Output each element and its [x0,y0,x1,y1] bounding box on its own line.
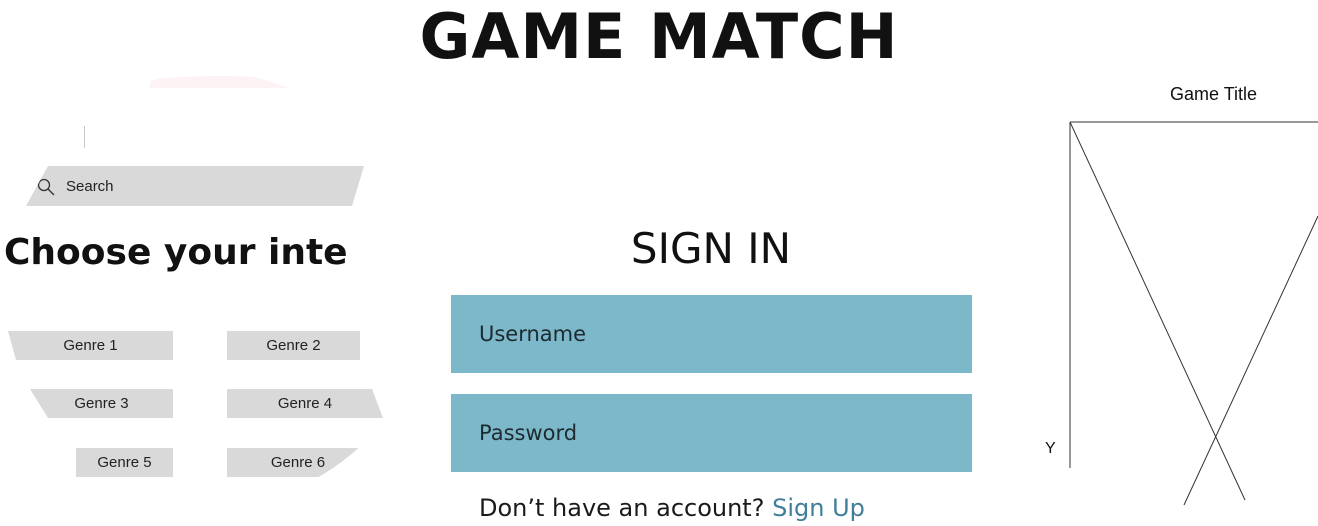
genre-chip-5[interactable]: Genre 5 [76,448,173,477]
placeholder-diagonal-1 [1069,121,1246,501]
image-placeholder [1069,121,1318,506]
decorative-shape [150,76,290,88]
placeholder-diagonal-2 [1183,215,1318,506]
genre-chip-3[interactable]: Genre 3 [30,389,173,418]
search-icon [37,178,55,196]
genre-chip-6[interactable]: Genre 6 [227,448,369,477]
password-field[interactable]: Password [451,394,972,472]
genre-chip-2[interactable]: Genre 2 [227,331,360,360]
signin-title: SIGN IN [630,224,792,273]
interests-panel: Search Choose your interes Genre 1 Genre… [0,70,430,510]
signup-link[interactable]: Sign Up [772,494,865,522]
username-field[interactable]: Username [451,295,972,373]
game-title: Game Title [1170,84,1258,104]
search-bar[interactable]: Search [26,166,364,206]
choose-interests-heading: Choose your interes [4,232,350,273]
search-placeholder: Search [66,178,114,195]
axis-label: Y [1045,440,1056,457]
signup-prompt: Don’t have an account? Sign Up [479,494,865,522]
app-title: GAME MATCH [419,0,899,73]
genre-chip-1[interactable]: Genre 1 [8,331,173,360]
text-cursor [84,126,85,148]
genre-chip-4[interactable]: Genre 4 [227,389,383,418]
no-account-text: Don’t have an account? [479,494,765,522]
